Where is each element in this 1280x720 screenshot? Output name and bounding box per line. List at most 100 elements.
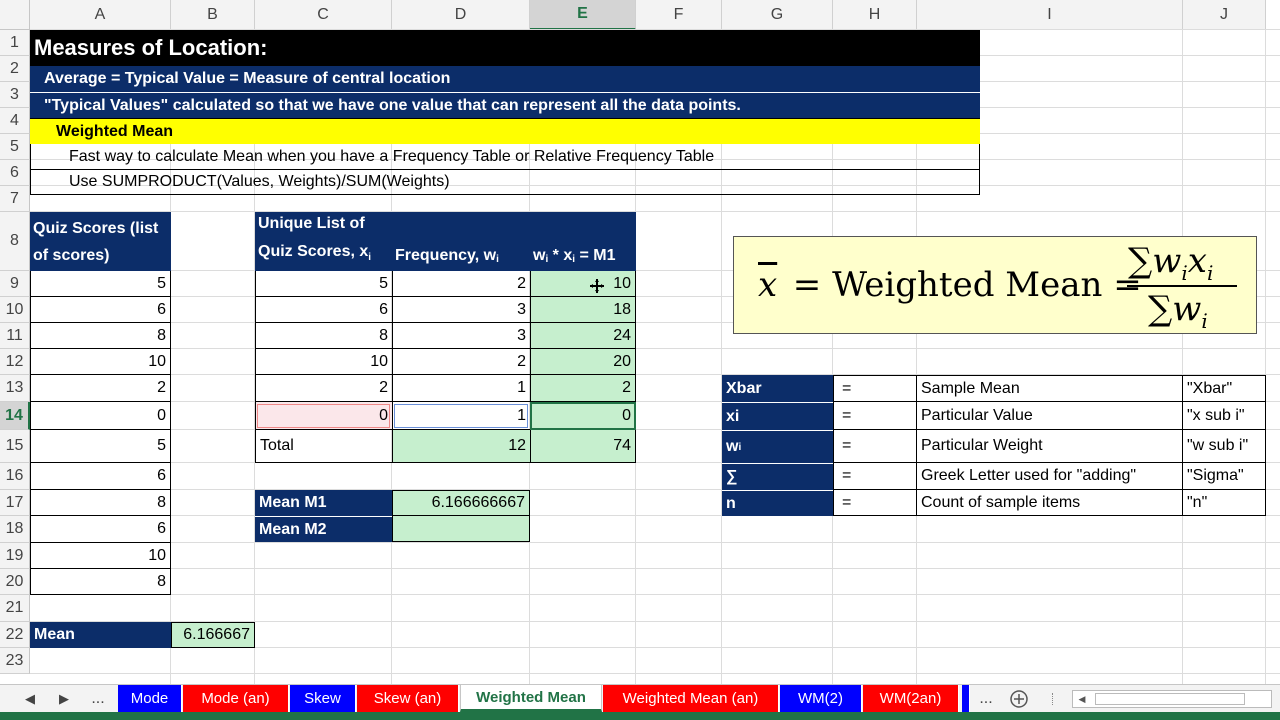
freq-header-frequency[interactable]: Frequency, wi — [392, 212, 530, 271]
score-x-cell[interactable]: 10 — [255, 349, 392, 375]
new-sheet-button[interactable] — [1008, 685, 1030, 712]
hidden-tab-edge[interactable] — [962, 685, 970, 712]
row-header-16[interactable]: 16 — [0, 463, 30, 490]
row-header-17[interactable]: 17 — [0, 490, 30, 516]
total-label[interactable]: Total — [255, 430, 392, 463]
frequency-w-cell[interactable]: 3 — [392, 297, 530, 323]
row-header-19[interactable]: 19 — [0, 543, 30, 569]
product-m1-cell[interactable]: 20 — [530, 349, 636, 375]
column-header-e[interactable]: E — [530, 0, 636, 30]
tab-more-right[interactable]: ... — [974, 685, 998, 712]
row-header-15[interactable]: 15 — [0, 430, 30, 463]
sheet-tab-skew-an[interactable]: Skew (an) — [357, 685, 459, 712]
sheet-tab-wm-2an[interactable]: WM(2an) — [863, 685, 959, 712]
row-header-20[interactable]: 20 — [0, 569, 30, 595]
score-x-cell[interactable]: 6 — [255, 297, 392, 323]
column-header-a[interactable]: A — [30, 0, 171, 30]
header-line-3[interactable]: "Typical Values" calculated so that we h… — [30, 92, 980, 118]
column-header-f[interactable]: F — [636, 0, 722, 30]
sheet-tab-mode-an[interactable]: Mode (an) — [183, 685, 289, 712]
legend-symbol[interactable]: ∑ — [722, 463, 833, 490]
column-header-d[interactable]: D — [392, 0, 530, 30]
sheet-title[interactable]: Measures of Location: — [30, 30, 980, 66]
row-header-9[interactable]: 9 — [0, 271, 30, 297]
legend-pronunciation[interactable]: "Xbar" — [1183, 375, 1266, 402]
sheet-tab-mode[interactable]: Mode — [118, 685, 182, 712]
select-all-corner[interactable] — [0, 0, 30, 30]
horizontal-scrollbar[interactable]: ◀ — [1072, 690, 1272, 708]
product-m1-cell[interactable]: 2 — [530, 375, 636, 402]
frequency-w-cell[interactable]: 2 — [392, 271, 530, 297]
column-header-i[interactable]: I — [917, 0, 1183, 30]
row-header-12[interactable]: 12 — [0, 349, 30, 375]
weighted-mean-heading[interactable]: Weighted Mean — [30, 118, 980, 144]
sheet-tab-skew[interactable]: Skew — [290, 685, 356, 712]
quiz-score-cell[interactable]: 6 — [30, 516, 171, 543]
legend-pronunciation[interactable]: "n" — [1183, 490, 1266, 516]
row-header-3[interactable]: 3 — [0, 82, 30, 108]
mean-value[interactable]: 6.166667 — [171, 622, 255, 648]
legend-equals[interactable]: = — [833, 375, 917, 402]
mean-m1-value[interactable]: 6.166666667 — [392, 490, 530, 516]
column-header-g[interactable]: G — [722, 0, 833, 30]
column-header-j[interactable]: J — [1183, 0, 1266, 30]
header-line-2[interactable]: Average = Typical Value = Measure of cen… — [30, 66, 980, 92]
score-x-cell[interactable]: 5 — [255, 271, 392, 297]
legend-symbol[interactable]: wi — [722, 430, 833, 463]
quiz-scores-header[interactable]: Quiz Scores (list of scores) — [30, 212, 171, 271]
scroll-left-arrow-icon[interactable]: ◀ — [1075, 693, 1089, 705]
column-header-b[interactable]: B — [171, 0, 255, 30]
row-header-2[interactable]: 2 — [0, 56, 30, 82]
row-header-21[interactable]: 21 — [0, 595, 30, 622]
worksheet[interactable]: ABCDEFGHIJ 1 2 3 4 5 6 7 8 9 10 11 12 13 14 15 16 17 18 19… — [0, 0, 1280, 684]
quiz-score-cell[interactable]: 6 — [30, 463, 171, 490]
tab-scroll-left-icon[interactable]: ◀ — [20, 685, 40, 712]
row-header-23[interactable]: 23 — [0, 648, 30, 674]
freq-header-product[interactable]: wi * xi = M1 — [530, 212, 636, 271]
legend-equals[interactable]: = — [833, 430, 917, 463]
legend-symbol[interactable]: xi — [722, 402, 833, 430]
legend-description[interactable]: Particular Weight — [917, 430, 1183, 463]
header-line-6[interactable]: Use SUMPRODUCT(Values, Weights)/SUM(Weig… — [30, 170, 980, 195]
legend-symbol[interactable]: Xbar — [722, 375, 833, 402]
frequency-w-cell[interactable]: 1 — [392, 375, 530, 402]
legend-pronunciation[interactable]: "w sub i" — [1183, 430, 1266, 463]
tab-scroll-right-icon[interactable]: ▶ — [54, 685, 74, 712]
quiz-score-cell[interactable]: 10 — [30, 543, 171, 569]
row-header-18[interactable]: 18 — [0, 516, 30, 543]
tab-more-left[interactable]: ... — [86, 685, 110, 712]
row-header-6[interactable]: 6 — [0, 160, 30, 186]
product-m1-cell[interactable]: 0 — [530, 402, 636, 430]
legend-equals[interactable]: = — [833, 402, 917, 430]
quiz-score-cell[interactable]: 5 — [30, 430, 171, 463]
sheet-tab-weighted-mean-an[interactable]: Weighted Mean (an) — [603, 685, 779, 712]
weighted-mean-formula[interactable]: x = Weighted Mean = ∑wixi ∑wi — [733, 236, 1257, 334]
sheet-tab-weighted-mean[interactable]: Weighted Mean — [460, 685, 602, 712]
column-header-c[interactable]: C — [255, 0, 392, 30]
legend-symbol[interactable]: n — [722, 490, 833, 516]
frequency-w-cell[interactable]: 2 — [392, 349, 530, 375]
legend-equals[interactable]: = — [833, 463, 917, 490]
row-header-8[interactable]: 8 — [0, 212, 30, 271]
quiz-score-cell[interactable]: 0 — [30, 402, 171, 430]
quiz-score-cell[interactable]: 5 — [30, 271, 171, 297]
quiz-score-cell[interactable]: 8 — [30, 323, 171, 349]
mean-m1-label[interactable]: Mean M1 — [255, 490, 392, 516]
quiz-score-cell[interactable]: 8 — [30, 569, 171, 595]
row-header-1[interactable]: 1 — [0, 30, 30, 56]
row-header-10[interactable]: 10 — [0, 297, 30, 323]
total-product[interactable]: 74 — [530, 430, 636, 463]
mean-m2-value[interactable] — [392, 516, 530, 542]
sheet-tab-wm-2[interactable]: WM(2) — [780, 685, 862, 712]
legend-description[interactable]: Greek Letter used for "adding" — [917, 463, 1183, 490]
quiz-score-cell[interactable]: 6 — [30, 297, 171, 323]
mean-m2-label[interactable]: Mean M2 — [255, 516, 392, 542]
row-header-13[interactable]: 13 — [0, 375, 30, 402]
row-header-22[interactable]: 22 — [0, 622, 30, 648]
scrollbar-thumb[interactable] — [1095, 693, 1245, 705]
score-x-cell[interactable]: 8 — [255, 323, 392, 349]
legend-description[interactable]: Count of sample items — [917, 490, 1183, 516]
score-x-cell[interactable]: 0 — [255, 402, 392, 430]
legend-equals[interactable]: = — [833, 490, 917, 516]
frequency-w-cell[interactable]: 1 — [392, 402, 530, 430]
